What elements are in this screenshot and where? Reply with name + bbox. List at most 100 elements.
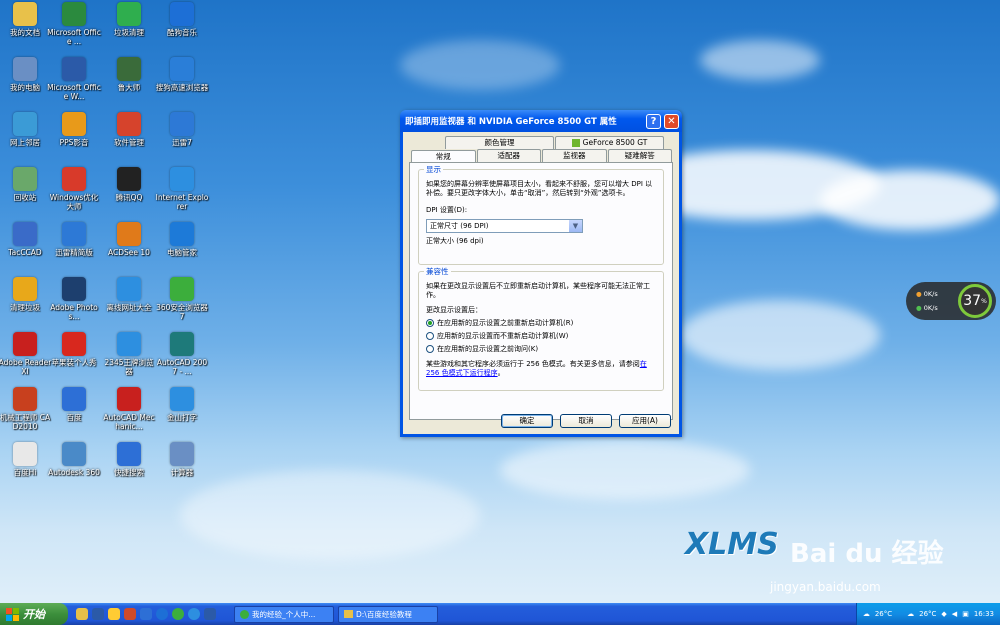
qq-icon[interactable] bbox=[108, 608, 120, 620]
clock[interactable]: 16:33 bbox=[974, 610, 994, 618]
desktop-shortcut[interactable]: 我的电脑 bbox=[0, 57, 52, 92]
dpi-select[interactable]: 正常尺寸 (96 DPI) ▼ bbox=[426, 219, 583, 233]
desktop-shortcut-label: AutoCAD 2007 - ... bbox=[156, 358, 208, 376]
excel-icon bbox=[62, 2, 86, 26]
desktop-shortcut-label: 腾讯QQ bbox=[115, 193, 143, 202]
desktop-shortcut[interactable]: 软件管理 bbox=[102, 112, 156, 147]
help-button[interactable]: ? bbox=[646, 113, 661, 129]
desktop-shortcut[interactable]: 360安全浏览器7 bbox=[155, 277, 209, 321]
desktop-shortcut[interactable]: 清理垃圾 bbox=[0, 277, 52, 312]
desktop-shortcut-label: Microsoft Office ... bbox=[47, 28, 101, 46]
desktop-shortcut[interactable]: 百度 bbox=[47, 387, 101, 422]
desktop-shortcut[interactable]: 迅雷7 bbox=[155, 112, 209, 147]
radio-restart[interactable]: 在应用新的显示设置之前重新启动计算机(R) bbox=[426, 318, 656, 328]
radio-button[interactable] bbox=[426, 319, 434, 327]
desktop-shortcut[interactable]: 腾讯QQ bbox=[102, 167, 156, 202]
chevron-down-icon[interactable]: ▼ bbox=[569, 220, 582, 232]
xunlei-lite-icon bbox=[62, 222, 86, 246]
desktop-shortcut[interactable]: 2345王牌浏览器 bbox=[102, 332, 156, 376]
cloud bbox=[680, 300, 880, 370]
desktop-shortcut[interactable]: 垃圾清理 bbox=[102, 2, 156, 37]
desktop-shortcut[interactable]: 快捷搜索 bbox=[102, 442, 156, 477]
radio-button[interactable] bbox=[426, 332, 434, 340]
desktop-shortcut[interactable]: Adobe Photos... bbox=[47, 277, 101, 321]
desktop-shortcut[interactable]: AutoCAD Mechanic... bbox=[102, 387, 156, 431]
desktop-shortcut-label: 网上邻居 bbox=[10, 138, 40, 147]
up-arrow-icon: ● bbox=[916, 290, 922, 298]
desktop-shortcut[interactable]: 机械工程师 CAD2010 bbox=[0, 387, 52, 431]
desktop-shortcut[interactable]: AutoCAD 2007 - ... bbox=[155, 332, 209, 376]
ok-button[interactable]: 确定 bbox=[501, 414, 553, 428]
desktop-shortcut[interactable]: Internet Explorer bbox=[155, 167, 209, 211]
desktop-shortcut[interactable]: 苹果装个人秀 bbox=[47, 332, 101, 367]
quick-launch bbox=[76, 608, 216, 620]
360-icon[interactable] bbox=[172, 608, 184, 620]
show-desktop-icon[interactable] bbox=[76, 608, 88, 620]
desktop-shortcut[interactable]: 计算器 bbox=[155, 442, 209, 477]
kugou-icon bbox=[170, 2, 194, 26]
broom-icon bbox=[117, 2, 141, 26]
qq-icon bbox=[117, 167, 141, 191]
desktop-shortcut[interactable]: ACDSee 10 bbox=[102, 222, 156, 257]
desktop-shortcut[interactable]: 百度Hi bbox=[0, 442, 52, 477]
network-icon bbox=[13, 112, 37, 136]
desktop-shortcut[interactable]: 离线网址大全 bbox=[102, 277, 156, 312]
display-description: 如果您的屏幕分辨率使屏幕项目太小，看起来不舒服，您可以增大 DPI 以补偿。要只… bbox=[426, 180, 653, 197]
radio-ask[interactable]: 在应用新的显示设置之前询问(K) bbox=[426, 344, 656, 354]
desktop-shortcut[interactable]: 搜狗高速浏览器 bbox=[155, 57, 209, 92]
tab-adapter[interactable]: 适配器 bbox=[476, 149, 541, 162]
download-speed-value: 0K/s bbox=[923, 304, 938, 312]
desktop-shortcut[interactable]: 电脑管家 bbox=[155, 222, 209, 257]
weather-icon[interactable]: ☁ bbox=[907, 610, 914, 618]
desktop-shortcut[interactable]: 我的文档 bbox=[0, 2, 52, 37]
desktop-shortcut[interactable]: 网上邻居 bbox=[0, 112, 52, 147]
desktop-shortcut[interactable]: 金山打字 bbox=[155, 387, 209, 422]
ppt-icon[interactable] bbox=[124, 608, 136, 620]
word-icon[interactable] bbox=[204, 608, 216, 620]
desktop-shortcut[interactable]: TacCCAD bbox=[0, 222, 52, 257]
tab-troubleshoot[interactable]: 疑难解答 bbox=[607, 149, 672, 162]
word-icon[interactable] bbox=[92, 608, 104, 620]
cancel-button[interactable]: 取消 bbox=[560, 414, 612, 428]
ie-shortcut-icon bbox=[117, 277, 141, 301]
ludashi-icon bbox=[117, 57, 141, 81]
desktop-shortcut[interactable]: Autodesk 360 bbox=[47, 442, 101, 477]
calculator-icon bbox=[170, 442, 194, 466]
desktop-shortcut-label: 迅雷精简版 bbox=[55, 248, 93, 257]
volume-icon[interactable]: ◀ bbox=[952, 610, 957, 618]
desktop-shortcut-label: TacCCAD bbox=[8, 248, 42, 257]
display-group: 显示 如果您的屏幕分辨率使屏幕项目太小，看起来不舒服，您可以增大 DPI 以补偿… bbox=[418, 164, 664, 265]
ie-icon[interactable] bbox=[188, 608, 200, 620]
weather-icon[interactable]: ☁ bbox=[863, 610, 870, 618]
start-button[interactable]: 开始 bbox=[0, 603, 68, 625]
network-monitor-gadget[interactable]: ● 0K/s ● 0K/s 37% bbox=[906, 282, 996, 320]
properties-dialog: 即插即用监视器 和 NVIDIA GeForce 8500 GT 属性 ? ✕ … bbox=[400, 110, 682, 437]
desktop-shortcut[interactable]: 回收站 bbox=[0, 167, 52, 202]
tab-color-management[interactable]: 颜色管理 bbox=[445, 136, 554, 149]
desktop-shortcut[interactable]: PPS影音 bbox=[47, 112, 101, 147]
desktop-shortcut-label: ACDSee 10 bbox=[108, 248, 150, 257]
network-icon[interactable]: ▣ bbox=[962, 610, 969, 618]
tab-geforce[interactable]: GeForce 8500 GT bbox=[555, 136, 664, 149]
desktop-shortcut[interactable]: 酷狗音乐 bbox=[155, 2, 209, 37]
desktop-shortcut[interactable]: Windows优化大师 bbox=[47, 167, 101, 211]
desktop-shortcut[interactable]: Microsoft Office ... bbox=[47, 2, 101, 46]
desktop-shortcut[interactable]: Adobe Reader XI bbox=[0, 332, 52, 376]
desktop-shortcut-label: Internet Explorer bbox=[155, 193, 209, 211]
compat-footer: 某些游戏和其它程序必须运行于 256 色模式。有关更多信息，请参阅在 256 色… bbox=[426, 360, 656, 378]
media-icon[interactable] bbox=[140, 608, 152, 620]
dialog-titlebar[interactable]: 即插即用监视器 和 NVIDIA GeForce 8500 GT 属性 ? ✕ bbox=[400, 110, 682, 132]
task-folder[interactable]: D:\百度经验教程 bbox=[338, 605, 438, 623]
kugou-icon[interactable] bbox=[156, 608, 168, 620]
desktop-shortcut[interactable]: Microsoft Office W... bbox=[47, 57, 101, 101]
apply-button[interactable]: 应用(A) bbox=[619, 414, 671, 428]
pc-manager-icon bbox=[170, 222, 194, 246]
desktop-shortcut[interactable]: 迅雷精简版 bbox=[47, 222, 101, 257]
radio-apply-no-restart[interactable]: 应用新的显示设置而不重新启动计算机(W) bbox=[426, 331, 656, 341]
close-button[interactable]: ✕ bbox=[664, 113, 679, 129]
shield-icon[interactable]: ◆ bbox=[941, 610, 946, 618]
tab-monitor[interactable]: 监视器 bbox=[542, 149, 607, 162]
desktop-shortcut[interactable]: 鲁大师 bbox=[102, 57, 156, 92]
radio-button[interactable] bbox=[426, 345, 434, 353]
task-jingyan[interactable]: 我的经验_个人中... bbox=[234, 605, 334, 623]
